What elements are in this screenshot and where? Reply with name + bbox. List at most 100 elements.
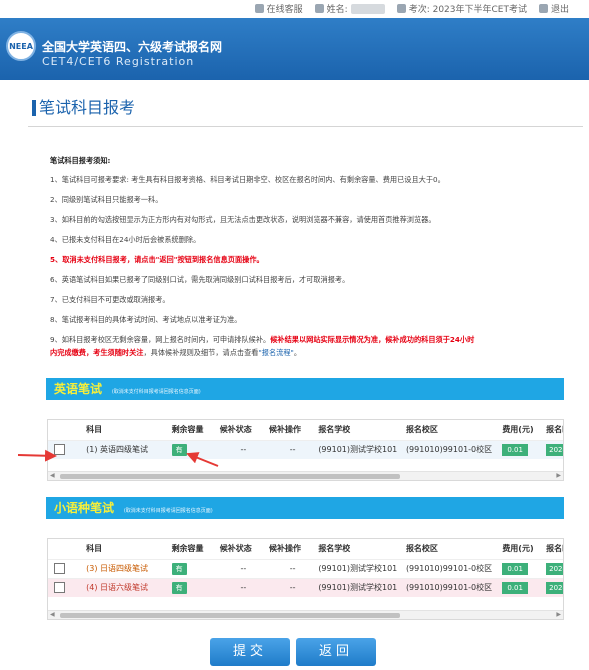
registration-process-link[interactable]: "报名流程" — [258, 348, 293, 357]
fee-badge: 0.01 — [502, 562, 528, 575]
notice-item: 7、已支付科目不可更改或取消报考。 — [50, 295, 170, 304]
col-wait-status: 候补状态 — [217, 539, 268, 559]
top-utility-bar: 在线客服 姓名: 考次: 2023年下半年CET考试 退出 — [0, 0, 589, 18]
notice-item: 3、如科目前的勾选按钮显示为正方形内有对勾形式，且无法点击更改状态，说明浏览器不… — [50, 215, 436, 224]
date-badge: 2024- — [546, 443, 563, 456]
school-cell: (99101)测试学校101 — [316, 439, 404, 459]
wait-op-cell: -- — [267, 577, 317, 597]
horizontal-scrollbar[interactable]: ◀ ▶ — [48, 471, 563, 480]
subject-cell: (1) 英语四级笔试 — [84, 439, 170, 459]
notice-item: 1、笔试科目可报考要求: 考生具有科目报考资格、科目考试日期非空、校区在报名时间… — [50, 175, 445, 184]
notice-item: 2、同级别笔试科目只能报考一科。 — [50, 195, 163, 204]
online-service-label: 在线客服 — [266, 5, 303, 15]
notice-item: 6、英语笔试科目如果已报考了同级别口试，需先取消同级别口试科目报考后，才可取消报… — [50, 275, 350, 284]
title-divider — [28, 126, 583, 127]
subject-checkbox[interactable] — [54, 444, 65, 456]
col-subject: 科目 — [84, 539, 170, 559]
logout-icon — [538, 4, 548, 13]
neea-logo: NEEA — [6, 31, 36, 61]
col-wait-op: 候补操作 — [267, 539, 317, 559]
wait-status-cell: -- — [217, 577, 268, 597]
scroll-right-icon[interactable]: ▶ — [556, 472, 561, 479]
col-date: 报名时 — [544, 539, 563, 559]
scroll-right-icon[interactable]: ▶ — [556, 611, 561, 618]
site-title: 全国大学英语四、六级考试报名网 — [42, 40, 223, 54]
user-name: 姓名: — [314, 2, 385, 15]
col-date: 报名时 — [544, 420, 563, 440]
online-service-link[interactable]: 在线客服 — [254, 2, 303, 15]
scroll-left-icon[interactable]: ◀ — [50, 472, 55, 479]
table-row[interactable]: (3) 日语四级笔试 有 -- -- (99101)测试学校101 (99101… — [48, 558, 563, 578]
minor-table: 科目 剩余容量 候补状态 候补操作 报名学校 报名校区 费用(元) 报名时 (3… — [47, 538, 564, 620]
table-header-row: 科目 剩余容量 候补状态 候补操作 报名学校 报名校区 费用(元) 报名时 — [48, 420, 563, 440]
back-button[interactable]: 返回 — [296, 638, 376, 666]
col-campus: 报名校区 — [403, 539, 501, 559]
notice-item: 8、笔试报考科目的具体考试时间、考试地点以准考证为准。 — [50, 315, 242, 324]
notice-item-alert: 5、取消未支付科目报考，请点击"返回"按钮到报名信息页面操作。 — [50, 255, 264, 264]
col-school: 报名学校 — [316, 539, 404, 559]
school-cell: (99101)测试学校101 — [316, 577, 404, 597]
fee-badge: 0.01 — [502, 443, 528, 456]
wait-op-cell: -- — [267, 558, 317, 578]
capacity-badge: 有 — [171, 562, 187, 575]
user-service-icon — [254, 4, 264, 13]
english-section-header: 英语笔试 (取消未支付科目报考请回报名信息页面) — [46, 378, 564, 400]
page-title: 笔试科目报考 — [32, 100, 135, 116]
wait-status-cell: -- — [217, 439, 268, 459]
notice-item-9: 9、如科目报考校区无剩余容量，网上报名时间内，可申请排队候补。候补结果以网站实际… — [50, 335, 475, 344]
english-table: 科目 剩余容量 候补状态 候补操作 报名学校 报名校区 费用(元) 报名时 (1… — [47, 419, 564, 481]
minor-section-header: 小语种笔试 (取消未支付科目报考请回报名信息页面) — [46, 497, 564, 519]
subject-checkbox[interactable] — [54, 563, 65, 574]
scroll-left-icon[interactable]: ◀ — [50, 611, 55, 618]
col-select — [48, 539, 85, 559]
fee-badge: 0.01 — [502, 581, 528, 594]
minor-section-title: 小语种笔试 — [54, 501, 115, 515]
exam-icon — [396, 4, 406, 13]
table-header-row: 科目 剩余容量 候补状态 候补操作 报名学校 报名校区 费用(元) 报名时 — [48, 539, 563, 559]
wait-status-cell: -- — [217, 558, 268, 578]
capacity-badge: 有 — [171, 581, 187, 594]
scrollbar-thumb[interactable] — [60, 474, 400, 479]
person-icon — [314, 4, 324, 13]
campus-cell: (991010)99101-0校区 — [403, 439, 501, 459]
col-fee: 费用(元) — [500, 420, 545, 440]
logout-link[interactable]: 退出 — [538, 2, 569, 15]
notice-title: 笔试科目报考须知: — [50, 156, 111, 165]
col-wait-status: 候补状态 — [217, 420, 268, 440]
col-capacity: 剩余容量 — [169, 420, 218, 440]
site-subtitle: CET4/CET6 Registration — [42, 55, 195, 68]
col-fee: 费用(元) — [500, 539, 545, 559]
horizontal-scrollbar[interactable]: ◀ ▶ — [48, 610, 563, 619]
campus-cell: (991010)99101-0校区 — [403, 558, 501, 578]
minor-section-note: (取消未支付科目报考请回报名信息页面) — [123, 508, 213, 514]
name-label: 姓名: — [326, 5, 348, 15]
col-school: 报名学校 — [316, 420, 404, 440]
table-row[interactable]: (4) 日语六级笔试 有 -- -- (99101)测试学校101 (99101… — [48, 577, 563, 597]
subject-cell: (3) 日语四级笔试 — [84, 558, 170, 578]
exam-label: 考次: 2023年下半年CET考试 — [408, 5, 527, 15]
school-cell: (99101)测试学校101 — [316, 558, 404, 578]
logout-label: 退出 — [550, 5, 569, 15]
wait-op-cell: -- — [267, 439, 317, 459]
notice-item-9-cont: 内完成缴费，考生须随时关注，具体候补规则及细节，请点击查看"报名流程"。 — [50, 348, 302, 357]
scrollbar-thumb[interactable] — [60, 613, 400, 618]
col-select — [48, 420, 85, 440]
subject-checkbox[interactable] — [54, 582, 65, 594]
col-capacity: 剩余容量 — [169, 539, 218, 559]
notice-item: 4、已报未支付科目在24小时后会被系统删除。 — [50, 235, 201, 244]
date-badge: 2024- — [546, 581, 563, 594]
site-header: NEEA 全国大学英语四、六级考试报名网 CET4/CET6 Registrat… — [0, 18, 589, 80]
submit-button[interactable]: 提交 — [210, 638, 290, 666]
col-wait-op: 候补操作 — [267, 420, 317, 440]
col-campus: 报名校区 — [403, 420, 501, 440]
table-row[interactable]: (1) 英语四级笔试 有 -- -- (99101)测试学校101 (99101… — [48, 439, 563, 459]
col-subject: 科目 — [84, 420, 170, 440]
exam-notice: 笔试科目报考须知: 1、笔试科目可报考要求: 考生具有科目报考资格、科目考试日期… — [50, 154, 562, 366]
capacity-badge: 有 — [171, 443, 187, 456]
date-badge: 2024- — [546, 562, 563, 575]
subject-cell: (4) 日语六级笔试 — [84, 577, 170, 597]
name-value-redacted — [350, 3, 385, 14]
exam-session: 考次: 2023年下半年CET考试 — [396, 2, 527, 15]
campus-cell: (991010)99101-0校区 — [403, 577, 501, 597]
english-section-title: 英语笔试 — [54, 382, 103, 396]
